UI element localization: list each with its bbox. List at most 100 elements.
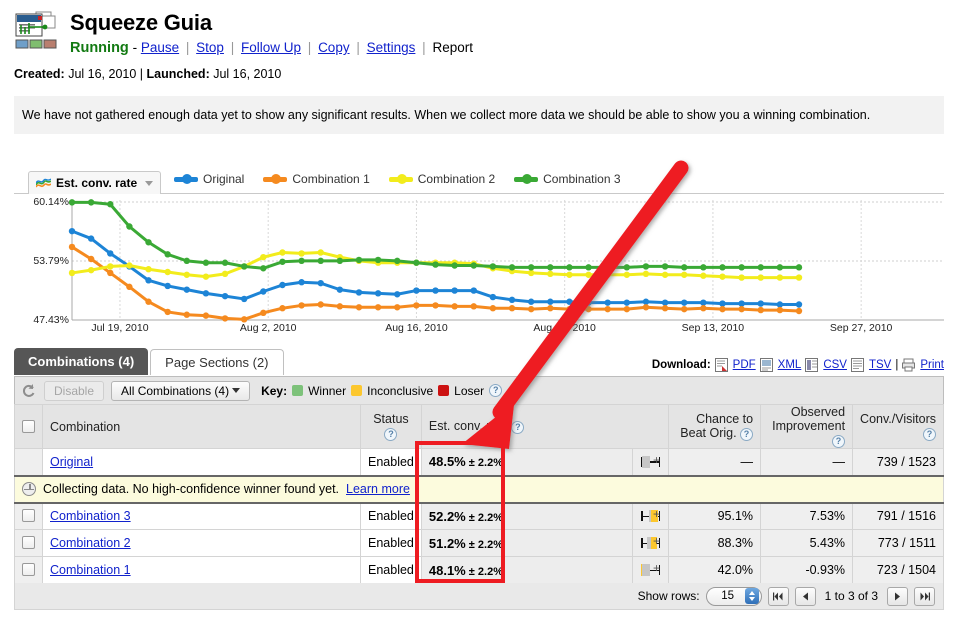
series-point xyxy=(451,287,458,294)
disable-button[interactable]: Disable xyxy=(44,380,105,401)
combinations-filter-dropdown[interactable]: All Combinations (4) xyxy=(111,380,251,401)
series-point xyxy=(298,302,305,309)
est-conv-rate-cell: 51.2% ± 2.2% xyxy=(420,529,634,557)
series-point xyxy=(183,271,190,278)
series-point xyxy=(776,264,784,271)
help-icon[interactable]: ? xyxy=(489,384,503,397)
download-csv-link[interactable]: CSV xyxy=(823,359,847,371)
pagination-range: 1 to 3 of 3 xyxy=(824,589,878,603)
legend-item-0[interactable]: Original xyxy=(174,172,244,186)
confidence-interval-bar: + xyxy=(640,534,661,550)
series-point xyxy=(394,304,401,311)
series-point xyxy=(566,271,573,278)
legend-item-label: Combination 3 xyxy=(543,172,621,186)
combination-link[interactable]: Combination 2 xyxy=(50,536,131,550)
row-checkbox[interactable] xyxy=(22,536,35,549)
row-checkbox[interactable] xyxy=(22,563,35,576)
help-icon[interactable]: ? xyxy=(384,428,398,441)
observed-improvement-cell: — xyxy=(760,448,854,476)
dates-sep: | xyxy=(139,67,144,81)
conv-visitors-header[interactable]: Conv./Visitors ? xyxy=(852,404,944,449)
legend-color-swatch xyxy=(388,174,413,184)
show-rows-value: 15 xyxy=(721,590,735,602)
pause-link[interactable]: Pause xyxy=(141,40,179,55)
series-point xyxy=(661,299,669,306)
chance-to-beat-header[interactable]: Chance to Beat Orig. ? xyxy=(668,404,762,449)
show-rows-select[interactable]: 15 xyxy=(705,586,762,606)
follow-up-link[interactable]: Follow Up xyxy=(241,40,301,55)
legend-item-label: Combination 1 xyxy=(292,172,370,186)
status-header[interactable]: Status ? xyxy=(360,404,422,449)
ci-expand-icon[interactable]: + xyxy=(653,453,660,467)
help-icon[interactable]: ? xyxy=(511,421,525,434)
series-point xyxy=(642,270,650,278)
page-title: Squeeze Guia xyxy=(70,10,212,35)
stop-link[interactable]: Stop xyxy=(196,40,224,55)
ci-expand-icon[interactable]: + xyxy=(653,534,660,548)
series-point xyxy=(355,304,363,311)
combination-header[interactable]: Combination xyxy=(42,404,361,449)
download-label: Download: xyxy=(651,359,711,371)
series-point xyxy=(164,308,171,316)
next-page-button[interactable] xyxy=(887,586,908,606)
row-checkbox[interactable] xyxy=(22,509,35,523)
series-point xyxy=(795,274,803,281)
copy-link[interactable]: Copy xyxy=(318,40,350,55)
confidence-interval-cell: + xyxy=(632,529,670,557)
legend-item-3[interactable]: Combination 3 xyxy=(514,172,621,186)
combination-link[interactable]: Combination 1 xyxy=(50,563,131,577)
refresh-icon[interactable] xyxy=(21,383,37,399)
combination-link[interactable]: Original xyxy=(50,455,93,469)
series-point xyxy=(87,199,95,206)
est-conv-rate-header[interactable]: Est. conv. rate ? xyxy=(420,404,670,449)
series-point xyxy=(298,250,305,257)
sep-3: | xyxy=(307,40,312,55)
series-point xyxy=(240,295,248,303)
observed-improvement-cell: 7.53% xyxy=(760,502,854,530)
observed-improvement-header[interactable]: Observed Improvement ? xyxy=(760,404,854,449)
clock-icon xyxy=(22,482,36,496)
series-point xyxy=(279,281,286,289)
confidence-interval-cell: + xyxy=(632,448,670,476)
print-link[interactable]: Print xyxy=(920,359,944,371)
series-point xyxy=(642,304,650,311)
conversion-rate-chart: Est. conv. rate Original Combination 1 Com… xyxy=(14,168,944,343)
experiment-icon xyxy=(14,10,60,54)
series-point xyxy=(585,305,592,313)
series-point xyxy=(145,277,152,284)
settings-link[interactable]: Settings xyxy=(367,40,416,55)
help-icon[interactable]: ? xyxy=(923,428,936,441)
first-page-button[interactable] xyxy=(767,586,789,606)
legend-item-1[interactable]: Combination 1 xyxy=(263,172,370,186)
y-tick-label: 47.43% xyxy=(33,314,69,326)
series-point xyxy=(145,266,152,273)
last-page-button[interactable] xyxy=(914,586,935,606)
series-point xyxy=(661,263,669,270)
prev-page-button[interactable] xyxy=(794,586,816,606)
legend-item-2[interactable]: Combination 2 xyxy=(388,172,495,186)
help-icon[interactable]: ? xyxy=(740,428,754,441)
stepper-icon[interactable] xyxy=(744,588,759,604)
series-point xyxy=(719,273,726,280)
learn-more-link[interactable]: Learn more xyxy=(346,482,410,496)
combination-link[interactable]: Combination 3 xyxy=(50,509,131,523)
inconclusive-color-chip xyxy=(351,385,363,396)
ci-expand-icon[interactable]: + xyxy=(653,507,660,521)
select-all-checkbox[interactable] xyxy=(22,419,35,433)
chance-to-beat-cell: — xyxy=(668,448,762,476)
metric-selector[interactable]: Est. conv. rate xyxy=(28,171,162,194)
help-icon[interactable]: ? xyxy=(832,435,846,448)
download-tsv-link[interactable]: TSV xyxy=(869,359,891,371)
download-pdf-link[interactable]: PDF xyxy=(733,359,756,371)
series-point xyxy=(221,292,229,300)
series-point xyxy=(604,305,611,313)
series-point xyxy=(661,305,669,312)
ci-expand-icon[interactable]: + xyxy=(653,561,660,575)
series-point xyxy=(87,235,95,242)
table-row: Combination 2 Enabled 51.2% ± 2.2% +88.3% 5.… xyxy=(14,529,944,557)
series-point xyxy=(585,264,592,271)
download-xml-link[interactable]: XML xyxy=(778,359,802,371)
tab-combinations[interactable]: Combinations (4) xyxy=(14,348,149,375)
series-point xyxy=(489,263,497,270)
tab-page-sections[interactable]: Page Sections (2) xyxy=(150,349,284,375)
